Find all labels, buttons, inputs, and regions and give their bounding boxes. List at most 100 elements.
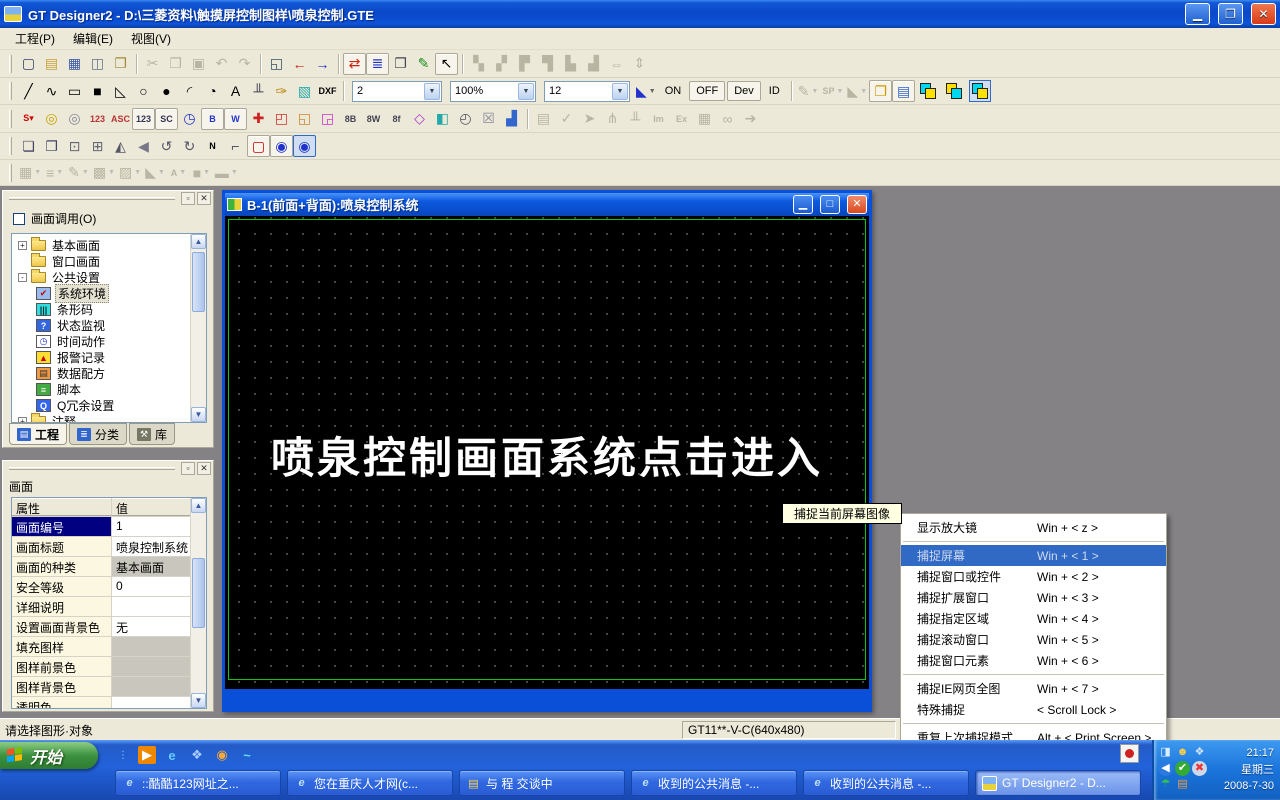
group-icon[interactable]: ⊡ bbox=[63, 135, 86, 157]
editor-maximize-button[interactable]: □ bbox=[820, 195, 840, 214]
scroll-up-icon[interactable]: ▲ bbox=[191, 498, 206, 513]
parts-display-f-icon[interactable]: 8f bbox=[385, 108, 408, 130]
property-value[interactable] bbox=[112, 657, 190, 676]
task-gt-designer2[interactable]: GT Designer2 - D... bbox=[975, 770, 1141, 796]
numeric-display-icon[interactable]: 123 bbox=[86, 108, 109, 130]
data-view-icon[interactable]: ≣ bbox=[366, 53, 389, 75]
menu-capture-screen[interactable]: 捕捉屏幕Win + < 1 > bbox=[901, 545, 1166, 566]
image-icon[interactable]: ▧ bbox=[293, 80, 316, 102]
rotate-left-icon[interactable]: ↺ bbox=[155, 135, 178, 157]
restore-button[interactable]: ❐ bbox=[1218, 3, 1243, 25]
menu-show-magnifier[interactable]: 显示放大镜Win + < z > bbox=[901, 517, 1166, 538]
select-object-icon[interactable]: ◉ bbox=[270, 135, 293, 157]
sector-icon[interactable]: ◔ bbox=[201, 80, 224, 102]
arc-icon[interactable]: ◜ bbox=[178, 80, 201, 102]
property-row[interactable]: 图样背景色 bbox=[12, 677, 190, 697]
statistics-graph-icon[interactable]: ▟ bbox=[500, 108, 523, 130]
line-icon[interactable]: ╱ bbox=[17, 80, 40, 102]
minimize-button[interactable]: ▁ bbox=[1185, 3, 1210, 25]
polygon-icon[interactable]: ◺ bbox=[109, 80, 132, 102]
alarm-flow-icon[interactable]: ◲ bbox=[316, 108, 339, 130]
tab-project[interactable]: ▤工程 bbox=[9, 423, 67, 445]
rotate-right-icon[interactable]: ↻ bbox=[178, 135, 201, 157]
select-cursor-icon[interactable]: ↖ bbox=[435, 53, 458, 75]
alarm-history-icon[interactable]: ◰ bbox=[270, 108, 293, 130]
save-icon[interactable]: ▦ bbox=[63, 53, 86, 75]
panel-gripper[interactable] bbox=[9, 197, 175, 200]
bit-lamp-icon[interactable]: ◎ bbox=[40, 108, 63, 130]
property-row[interactable]: 详细说明 bbox=[12, 597, 190, 617]
send-back-icon[interactable]: ❐ bbox=[40, 135, 63, 157]
screen-size-icon[interactable]: ⇄ bbox=[343, 53, 366, 75]
quicklaunch-gripper[interactable]: ⋮ bbox=[118, 750, 129, 761]
editor-minimize-button[interactable]: ▁ bbox=[793, 195, 813, 214]
parts-display-w-icon[interactable]: 8W bbox=[362, 108, 385, 130]
property-row[interactable]: 安全等级0 bbox=[12, 577, 190, 597]
graph-icon[interactable]: ☒ bbox=[477, 108, 500, 130]
property-value[interactable]: 基本画面 bbox=[112, 557, 190, 576]
chevron-down-icon[interactable]: ▼ bbox=[424, 83, 440, 100]
alarm-list-icon[interactable]: ◱ bbox=[293, 108, 316, 130]
ungroup-icon[interactable]: ⊞ bbox=[86, 135, 109, 157]
scroll-down-icon[interactable]: ▼ bbox=[191, 693, 206, 708]
flip-vertical-icon[interactable]: ◭ bbox=[109, 135, 132, 157]
menu-capture-region[interactable]: 捕捉指定区域Win + < 4 > bbox=[901, 608, 1166, 629]
quicklaunch-antivirus-icon[interactable]: ◉ bbox=[213, 746, 231, 764]
back-layer-icon[interactable] bbox=[943, 80, 965, 102]
menu-edit[interactable]: 编辑(E) bbox=[64, 28, 122, 49]
menu-special-capture[interactable]: 特殊捕捉< Scroll Lock > bbox=[901, 699, 1166, 720]
scroll-down-icon[interactable]: ▼ bbox=[191, 407, 206, 422]
on-button[interactable]: ON bbox=[659, 81, 688, 101]
tray-network-off-icon[interactable]: ✖ bbox=[1192, 761, 1207, 776]
design-canvas[interactable]: 喷泉控制画面系统点击进入 bbox=[225, 216, 869, 689]
touch-key-icon[interactable]: ✚ bbox=[247, 108, 270, 130]
tray-qq-icon[interactable]: ☻ bbox=[1175, 745, 1190, 760]
both-layer-icon[interactable] bbox=[969, 80, 991, 102]
chevron-down-icon[interactable]: ▼ bbox=[649, 88, 656, 95]
toolbar-gripper[interactable] bbox=[9, 137, 12, 155]
select-frame-icon[interactable]: ▢ bbox=[247, 135, 270, 157]
property-value[interactable] bbox=[112, 697, 190, 709]
editor-close-button[interactable]: ✕ bbox=[847, 195, 867, 214]
quicklaunch-swallow-icon[interactable]: ~ bbox=[238, 746, 256, 764]
level-display-icon[interactable]: ◧ bbox=[431, 108, 454, 130]
task-public-msg-2[interactable]: e收到的公共消息 -... bbox=[803, 770, 969, 796]
tree-base-screens[interactable]: +基本画面 bbox=[16, 237, 206, 253]
tab-category[interactable]: ≣分类 bbox=[69, 423, 127, 445]
ascii-input-icon[interactable]: SC bbox=[155, 108, 178, 130]
property-row[interactable]: 填充图样 bbox=[12, 637, 190, 657]
menu-capture-extended[interactable]: 捕捉扩展窗口Win + < 3 > bbox=[901, 587, 1166, 608]
font-size-combo[interactable]: 12▼ bbox=[544, 81, 630, 102]
start-button[interactable]: 开始 bbox=[0, 742, 98, 769]
chevron-down-icon[interactable]: ▼ bbox=[518, 83, 534, 100]
tree-window-screens[interactable]: 窗口画面 bbox=[16, 253, 206, 269]
quicklaunch-messenger-icon[interactable]: ❖ bbox=[188, 746, 206, 764]
line-width-combo[interactable]: 2▼ bbox=[352, 81, 442, 102]
figure-pen-icon[interactable]: ✎ bbox=[412, 53, 435, 75]
canvas-text-object[interactable]: 喷泉控制画面系统点击进入 bbox=[225, 424, 869, 486]
filled-circle-icon[interactable]: ● bbox=[155, 80, 178, 102]
quicklaunch-media-player-icon[interactable]: ▶ bbox=[138, 746, 156, 764]
toolbar-gripper[interactable] bbox=[9, 110, 12, 128]
panel-float-button[interactable]: ▫ bbox=[181, 462, 195, 475]
comment-word-icon[interactable]: W bbox=[224, 108, 247, 130]
tray-monitor-icon[interactable]: ◨ bbox=[1158, 745, 1173, 760]
property-row[interactable]: 透明色 bbox=[12, 697, 190, 709]
close-button[interactable]: ✕ bbox=[1251, 3, 1276, 25]
panel-float-button[interactable]: ▫ bbox=[181, 192, 195, 205]
scroll-thumb[interactable] bbox=[192, 558, 205, 628]
paint-brush-icon[interactable]: ✑ bbox=[270, 80, 293, 102]
text-icon[interactable]: A bbox=[224, 80, 247, 102]
tree-expander-icon[interactable]: - bbox=[18, 273, 27, 282]
property-value[interactable]: 1 bbox=[112, 517, 190, 536]
menu-capture-window[interactable]: 捕捉窗口或控件Win + < 2 > bbox=[901, 566, 1166, 587]
chevron-down-icon[interactable]: ▼ bbox=[612, 83, 628, 100]
dev-button[interactable]: Dev bbox=[727, 81, 761, 101]
tree-script[interactable]: ≡脚本 bbox=[16, 381, 206, 397]
zoom-combo[interactable]: 100%▼ bbox=[450, 81, 536, 102]
panel-meter-icon[interactable]: ◴ bbox=[454, 108, 477, 130]
property-value[interactable] bbox=[112, 677, 190, 696]
capture-app-tray-icon[interactable] bbox=[1120, 744, 1139, 763]
task-public-msg-1[interactable]: e收到的公共消息 -... bbox=[631, 770, 797, 796]
snap-corner-icon[interactable]: ⌐ bbox=[224, 135, 247, 157]
